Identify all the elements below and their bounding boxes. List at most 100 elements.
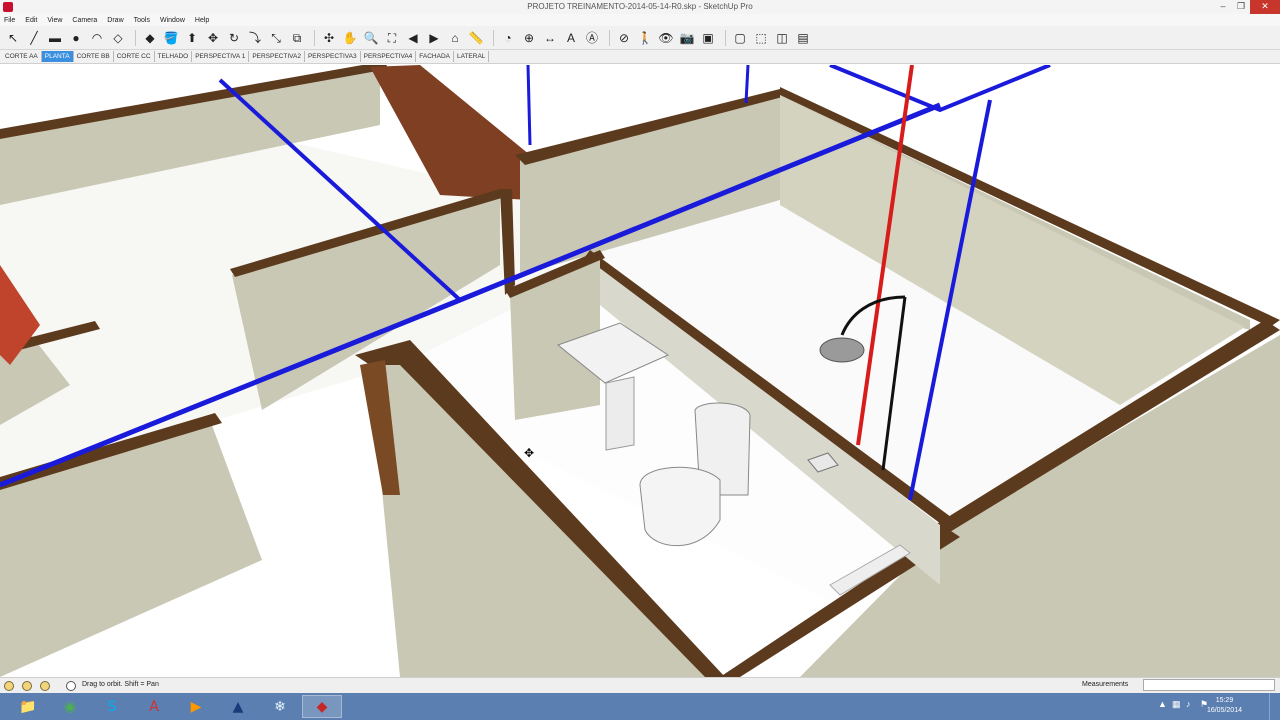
- eraser-icon[interactable]: ◆: [141, 29, 159, 47]
- close-button[interactable]: ✕: [1250, 0, 1280, 14]
- pencil-icon[interactable]: ╱: [25, 29, 43, 47]
- menu-file[interactable]: File: [4, 17, 15, 24]
- cold-water-pipe: [744, 65, 750, 104]
- clock-date: 16/05/2014: [1206, 707, 1242, 714]
- chrome-icon: ◉: [63, 698, 77, 715]
- follow-me-icon[interactable]: ⤵: [246, 29, 264, 47]
- look-around-icon[interactable]: 👁: [657, 29, 675, 47]
- scene-tab[interactable]: CORTE CC: [114, 51, 155, 62]
- cold-water-pipe: [829, 65, 1051, 113]
- network-icon[interactable]: ▦: [1172, 699, 1181, 710]
- rectangle-icon[interactable]: ▬: [46, 29, 64, 47]
- wireframe-icon[interactable]: ⬚: [752, 29, 770, 47]
- hidden-line-icon[interactable]: ◫: [773, 29, 791, 47]
- menu-draw[interactable]: Draw: [107, 17, 123, 24]
- dimension-icon[interactable]: ↔: [541, 29, 559, 47]
- position-camera-icon[interactable]: 📷: [678, 29, 696, 47]
- acrobat-icon: A: [149, 698, 159, 715]
- help-icon[interactable]: [66, 681, 76, 691]
- text-icon[interactable]: A: [562, 29, 580, 47]
- autocad-icon[interactable]: ▲: [218, 695, 258, 718]
- orbit-icon[interactable]: ✣: [320, 29, 338, 47]
- file-explorer-icon[interactable]: 📁: [8, 695, 48, 718]
- volume-icon[interactable]: ♪: [1186, 699, 1191, 709]
- scene-tab[interactable]: PLANTA: [41, 51, 74, 62]
- scene-tab[interactable]: PERSPECTIVA2: [249, 51, 305, 62]
- scene-tabs: CORTE AA PLANTA CORTE BB CORTE CC TELHADO PER…: [0, 50, 1280, 64]
- move-icon[interactable]: ✥: [204, 29, 222, 47]
- push-pull-icon[interactable]: ⬆: [183, 29, 201, 47]
- clock-time: 15:29: [1215, 697, 1234, 704]
- model-viewport[interactable]: ✥: [0, 65, 1280, 677]
- measurements-field[interactable]: [1143, 679, 1275, 691]
- pan-icon[interactable]: ✋: [341, 29, 359, 47]
- zoom-icon[interactable]: 🔍: [362, 29, 380, 47]
- select-icon[interactable]: ↖: [4, 29, 22, 47]
- shaded-icon[interactable]: ▤: [794, 29, 812, 47]
- zoom-extents-icon[interactable]: ⛶: [383, 29, 401, 47]
- scene-tab[interactable]: CORTE BB: [74, 51, 114, 62]
- model-drawing: ✥: [0, 65, 1280, 677]
- section-plane-icon[interactable]: ⊘: [615, 29, 633, 47]
- scene-tab[interactable]: PERSPECTIVA3: [305, 51, 361, 62]
- move-cursor-icon: ✥: [524, 446, 534, 460]
- sketchup-icon[interactable]: ◆: [302, 695, 342, 718]
- credits-icon[interactable]: [22, 681, 32, 691]
- menu-view[interactable]: View: [47, 17, 62, 24]
- skype-icon: S: [107, 698, 117, 715]
- tray-arrow-icon[interactable]: ▲: [1158, 699, 1167, 709]
- menu-edit[interactable]: Edit: [25, 17, 37, 24]
- scene-tab[interactable]: TELHADO: [155, 51, 193, 62]
- sink-pedestal: [605, 376, 635, 451]
- sketchup-icon: ◆: [316, 698, 328, 715]
- menu-tools[interactable]: Tools: [134, 17, 150, 24]
- previous-view-icon[interactable]: ◀: [404, 29, 422, 47]
- paint-bucket-icon[interactable]: 🪣: [162, 29, 180, 47]
- toolbar-separator: [314, 29, 315, 46]
- minimize-button[interactable]: –: [1214, 0, 1232, 14]
- skype-icon[interactable]: S: [92, 695, 132, 718]
- walk-icon[interactable]: 🚶: [636, 29, 654, 47]
- user-icon[interactable]: [40, 681, 50, 691]
- acrobat-icon[interactable]: A: [134, 695, 174, 718]
- status-bar: Drag to orbit. Shift = Pan Measurements: [0, 677, 1280, 693]
- make-component-icon[interactable]: ◇: [109, 29, 127, 47]
- maximize-button[interactable]: ❐: [1232, 0, 1250, 14]
- title-bar: PROJETO TREINAMENTO-2014-05-14-R0.skp - …: [0, 0, 1280, 15]
- next-view-icon[interactable]: ▶: [425, 29, 443, 47]
- offset-icon[interactable]: ⧉: [288, 29, 306, 47]
- show-desktop-button[interactable]: [1269, 693, 1280, 720]
- windows-taskbar: 📁 ◉ S A ▶ ▲ ❄ ◆ ▲ ▦ ♪ ⚑ 15:29 16/05/2014: [0, 693, 1280, 720]
- scene-tab[interactable]: CORTE AA: [2, 51, 42, 62]
- scene-tab[interactable]: FACHADA: [416, 51, 454, 62]
- menu-window[interactable]: Window: [160, 17, 185, 24]
- scale-icon[interactable]: ⤡: [267, 29, 285, 47]
- back-edges-icon[interactable]: ▢: [731, 29, 749, 47]
- menu-camera[interactable]: Camera: [72, 17, 97, 24]
- snowflake-app-icon[interactable]: ❄: [260, 695, 300, 718]
- shower-head: [819, 337, 865, 363]
- window-title: PROJETO TREINAMENTO-2014-05-14-R0.skp - …: [527, 2, 753, 11]
- standard-views-icon[interactable]: ⌂: [446, 29, 464, 47]
- menu-help[interactable]: Help: [195, 17, 209, 24]
- scene-tab[interactable]: LATERAL: [454, 51, 490, 62]
- scene-tab[interactable]: PERSPECTIVA4: [361, 51, 417, 62]
- x-ray-icon[interactable]: ▣: [699, 29, 717, 47]
- scene-tab[interactable]: PERSPECTIVA 1: [192, 51, 250, 62]
- toolbar-separator: [135, 29, 136, 46]
- axes-icon[interactable]: ⊕: [520, 29, 538, 47]
- circle-icon[interactable]: ●: [67, 29, 85, 47]
- geo-location-icon[interactable]: [4, 681, 14, 691]
- chrome-icon[interactable]: ◉: [50, 695, 90, 718]
- menu-bar: File Edit View Camera Draw Tools Window …: [0, 14, 1280, 26]
- protractor-icon[interactable]: ◔: [499, 29, 517, 47]
- 3d-text-icon[interactable]: Ⓐ: [583, 29, 601, 47]
- window-controls: – ❐ ✕: [1214, 0, 1280, 14]
- tape-measure-icon[interactable]: 📏: [467, 29, 485, 47]
- arc-icon[interactable]: ◠: [88, 29, 106, 47]
- media-player-icon[interactable]: ▶: [176, 695, 216, 718]
- rotate-icon[interactable]: ↻: [225, 29, 243, 47]
- file-explorer-icon: 📁: [19, 698, 37, 715]
- snowflake-app-icon: ❄: [274, 698, 286, 715]
- system-clock[interactable]: 15:29 16/05/2014: [1207, 696, 1242, 716]
